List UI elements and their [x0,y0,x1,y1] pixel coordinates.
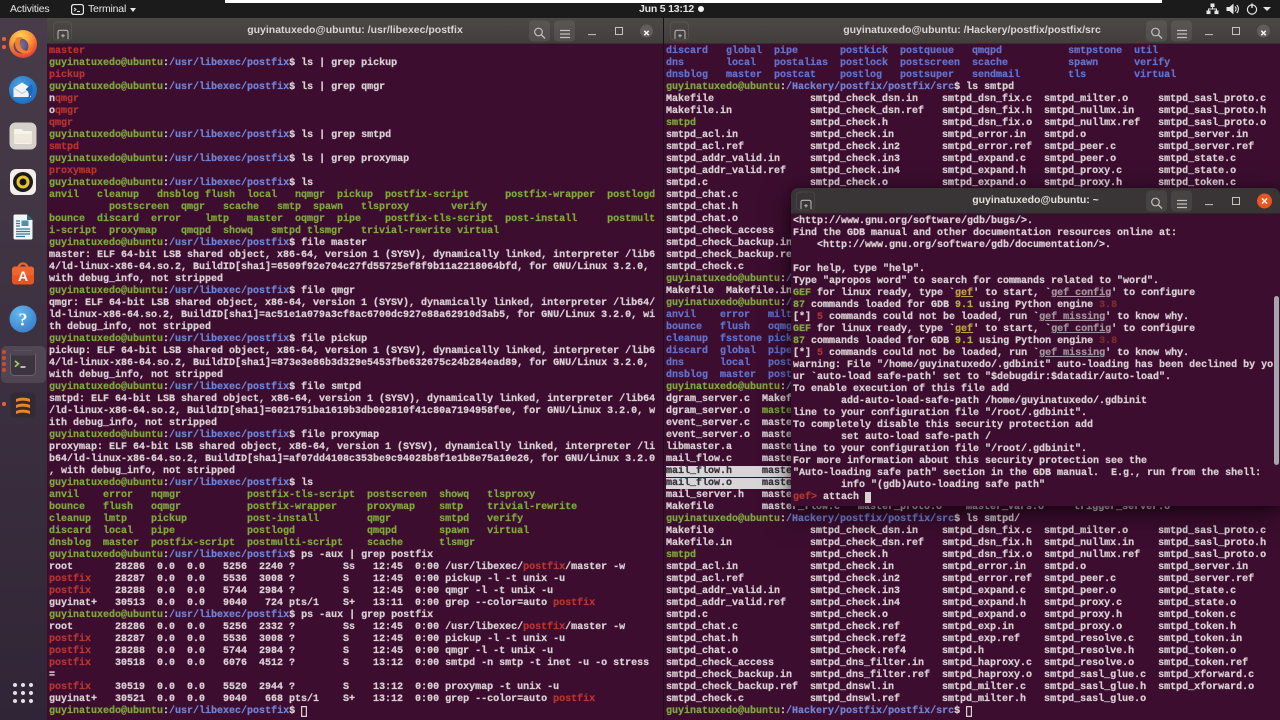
svg-text:?: ? [19,310,28,330]
svg-text:A: A [18,268,28,284]
